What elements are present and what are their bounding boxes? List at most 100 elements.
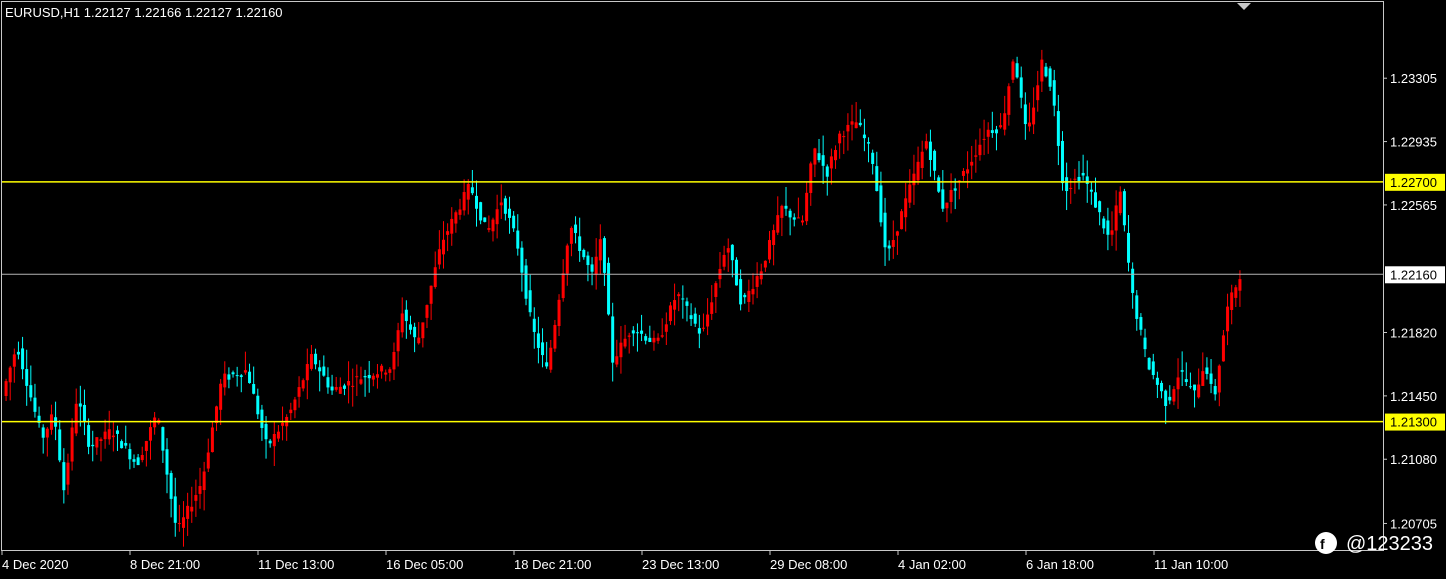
bear-candle	[545, 362, 549, 367]
y-tick-label: 1.21080	[1390, 452, 1437, 467]
bull-candle	[656, 337, 660, 341]
bull-candle	[891, 240, 895, 247]
bear-candle	[524, 265, 528, 299]
bear-candle	[508, 208, 512, 218]
bear-candle	[858, 122, 862, 126]
chart-window[interactable]: 1.23305 1.22935 1.22565 1.21820 1.21450 1.210…	[0, 0, 1446, 579]
bear-candle	[1023, 104, 1027, 125]
bear-candle	[1102, 218, 1106, 229]
bull-candle	[619, 342, 623, 358]
bear-candle	[1139, 317, 1143, 330]
bull-candle	[215, 406, 219, 424]
bear-candle	[512, 215, 516, 229]
bull-candle	[305, 364, 309, 381]
bull-candle	[759, 271, 763, 280]
bull-candle	[1003, 113, 1007, 130]
bull-candle	[338, 386, 342, 394]
price-chart[interactable]: 1.23305 1.22935 1.22565 1.21820 1.21450 1.210…	[0, 0, 1446, 579]
bear-candle	[689, 315, 693, 319]
bear-candle	[21, 348, 25, 370]
bull-candle	[491, 219, 495, 232]
bear-candle	[994, 129, 998, 134]
bull-candle	[706, 314, 710, 327]
bull-candle	[710, 302, 714, 314]
y-tick-label: 1.20705	[1390, 516, 1437, 531]
bull-candle	[210, 427, 214, 453]
current-price-label: 1.22160	[1390, 267, 1437, 282]
bear-candle	[990, 130, 994, 133]
bear-candle	[611, 316, 615, 363]
bear-candle	[475, 195, 479, 209]
bull-candle	[557, 299, 561, 327]
bull-candle	[565, 245, 569, 274]
bear-candle	[1094, 192, 1098, 208]
bear-candle	[1180, 370, 1184, 372]
bull-candle	[846, 124, 850, 132]
bull-candle	[627, 335, 631, 337]
bear-candle	[631, 330, 635, 334]
bear-candle	[235, 375, 239, 377]
bear-candle	[1106, 220, 1110, 235]
bull-candle	[829, 156, 833, 169]
bull-candle	[1238, 279, 1242, 291]
bear-candle	[602, 238, 606, 273]
bear-candle	[503, 198, 507, 214]
bull-candle	[466, 184, 470, 200]
bear-candle	[1205, 367, 1209, 374]
bear-candle	[1213, 386, 1217, 395]
bull-candle	[384, 372, 388, 375]
bull-candle	[908, 184, 912, 203]
y-tick-label: 1.22935	[1390, 135, 1437, 150]
bear-candle	[404, 309, 408, 322]
bear-candle	[788, 210, 792, 218]
bull-candle	[177, 523, 181, 525]
bear-candle	[239, 375, 243, 377]
bear-candle	[1077, 176, 1081, 182]
bear-candle	[883, 212, 887, 248]
bull-candle	[677, 294, 681, 297]
bull-candle	[380, 365, 384, 372]
bear-candle	[173, 496, 177, 523]
bear-candle	[132, 459, 136, 462]
bear-candle	[342, 385, 346, 389]
bear-candle	[268, 440, 272, 444]
x-tick-label: 11 Jan 10:00	[1154, 557, 1228, 572]
bear-candle	[739, 279, 743, 305]
x-tick-label: 11 Dec 13:00	[258, 557, 334, 572]
bull-candle	[388, 369, 392, 373]
resistance-price-label: 1.22700	[1390, 175, 1437, 190]
bull-candle	[417, 337, 421, 344]
bull-candle	[276, 431, 280, 439]
bear-candle	[87, 425, 91, 447]
bull-candle	[834, 150, 838, 161]
bear-candle	[536, 333, 540, 348]
bull-candle	[148, 427, 152, 441]
bull-candle	[140, 454, 144, 461]
bull-candle	[916, 161, 920, 181]
y-tick-label: 1.21450	[1390, 389, 1437, 404]
x-tick-label: 23 Dec 13:00	[642, 557, 719, 572]
bull-candle	[454, 212, 458, 224]
bull-candle	[487, 228, 491, 230]
bear-candle	[590, 264, 594, 272]
bear-candle	[574, 224, 578, 234]
bull-candle	[978, 144, 982, 156]
bull-candle	[153, 417, 157, 428]
bear-candle	[25, 369, 29, 386]
bull-candle	[8, 367, 12, 383]
bear-candle	[586, 255, 590, 266]
bull-candle	[392, 352, 396, 370]
x-tick-label: 8 Dec 21:00	[130, 557, 200, 572]
bull-candle	[198, 486, 202, 494]
bear-candle	[1060, 140, 1064, 184]
bear-candle	[1168, 396, 1172, 401]
bull-candle	[945, 202, 949, 209]
bear-candle	[879, 185, 883, 223]
bear-candle	[136, 457, 140, 466]
bull-candle	[623, 338, 627, 347]
bear-candle	[528, 290, 532, 313]
bear-candle	[933, 150, 937, 171]
bear-candle	[541, 342, 545, 356]
bear-candle	[887, 245, 891, 249]
bear-candle	[648, 337, 652, 342]
